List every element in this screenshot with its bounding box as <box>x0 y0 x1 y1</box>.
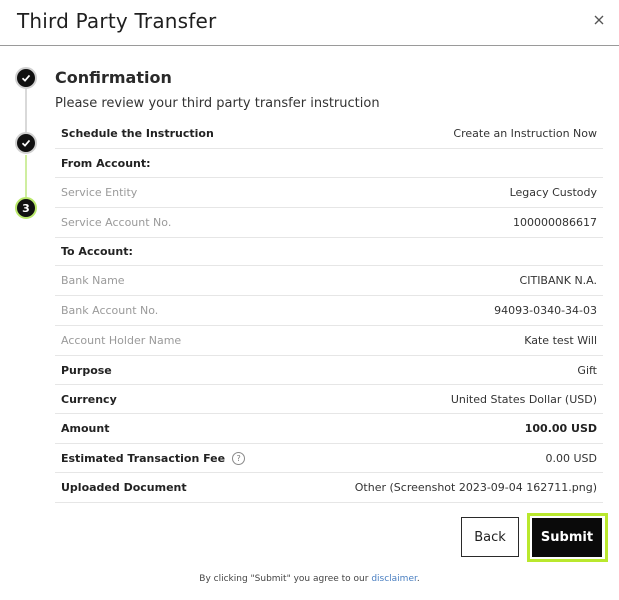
table-row: Bank Account No. 94093-0340-34-03 <box>55 296 603 326</box>
submit-button[interactable]: Submit <box>532 518 602 557</box>
row-label: Uploaded Document <box>61 481 187 494</box>
step-2-complete <box>15 132 37 154</box>
table-row: Account Holder Name Kate test Will <box>55 326 603 356</box>
dialog-title: Third Party Transfer <box>17 9 217 33</box>
close-icon[interactable] <box>591 12 607 28</box>
section-subtitle: Please review your third party transfer … <box>55 96 380 111</box>
disclaimer-suffix: . <box>416 574 420 584</box>
step-1-complete <box>15 67 37 89</box>
table-row: To Account: <box>55 238 603 266</box>
step-connector <box>25 155 27 197</box>
row-label: From Account: <box>61 156 151 170</box>
row-value: 94093-0340-34-03 <box>494 304 597 317</box>
row-label: Service Account No. <box>61 216 172 229</box>
table-row: From Account: <box>55 149 603 178</box>
row-value: Kate test Will <box>524 334 597 347</box>
table-row: Amount 100.00 USD <box>55 414 603 444</box>
table-row: Currency United States Dollar (USD) <box>55 385 603 414</box>
table-row: Uploaded Document Other (Screenshot 2023… <box>55 473 603 503</box>
row-value: United States Dollar (USD) <box>450 392 597 406</box>
check-icon <box>21 74 31 82</box>
row-value: 100.00 USD <box>524 422 597 435</box>
row-value: Gift <box>577 363 597 377</box>
info-icon[interactable]: ? <box>232 451 246 465</box>
table-row: Bank Name CITIBANK N.A. <box>55 266 603 296</box>
row-label: Purpose <box>61 363 112 377</box>
step-connector <box>25 87 27 133</box>
dialog-header: Third Party Transfer <box>0 0 619 46</box>
row-label: Account Holder Name <box>61 334 182 347</box>
row-label: Bank Name <box>61 274 125 287</box>
back-button[interactable]: Back <box>461 517 519 557</box>
table-row: Service Account No. 100000086617 <box>55 208 603 238</box>
table-row: Schedule the Instruction Create an Instr… <box>55 119 603 149</box>
row-label: Bank Account No. <box>61 304 159 317</box>
table-row: Estimated Transaction Fee ? 0.00 USD <box>55 444 603 473</box>
row-label: Currency <box>61 392 117 406</box>
row-value: Other (Screenshot 2023-09-04 162711.png) <box>354 481 597 494</box>
row-label: Estimated Transaction Fee ? <box>61 451 246 465</box>
disclaimer-prefix: By clicking "Submit" you agree to our <box>199 574 372 584</box>
row-label-text: Estimated Transaction Fee <box>61 451 226 465</box>
summary-table: Schedule the Instruction Create an Instr… <box>55 119 603 503</box>
row-label: Amount <box>61 422 110 435</box>
row-value: CITIBANK N.A. <box>519 274 597 287</box>
check-icon <box>21 139 31 147</box>
section-title: Confirmation <box>55 68 172 87</box>
step-3-current: 3 <box>15 197 37 219</box>
row-value: Create an Instruction Now <box>453 127 597 140</box>
table-row: Purpose Gift <box>55 356 603 385</box>
row-value: 0.00 USD <box>545 451 598 465</box>
row-label: Schedule the Instruction <box>61 127 214 140</box>
row-label: Service Entity <box>61 186 138 199</box>
row-value: Legacy Custody <box>509 186 597 199</box>
disclaimer-note: By clicking "Submit" you agree to our di… <box>0 574 619 584</box>
confirmation-panel: Confirmation Please review your third pa… <box>55 68 603 503</box>
transfer-dialog: Third Party Transfer 3 Confirmation Plea… <box>0 0 619 600</box>
disclaimer-link[interactable]: disclaimer <box>371 574 417 584</box>
row-value: 100000086617 <box>513 216 597 229</box>
row-label: To Account: <box>61 245 133 258</box>
table-row: Service Entity Legacy Custody <box>55 178 603 208</box>
progress-stepper: 3 <box>13 65 39 225</box>
